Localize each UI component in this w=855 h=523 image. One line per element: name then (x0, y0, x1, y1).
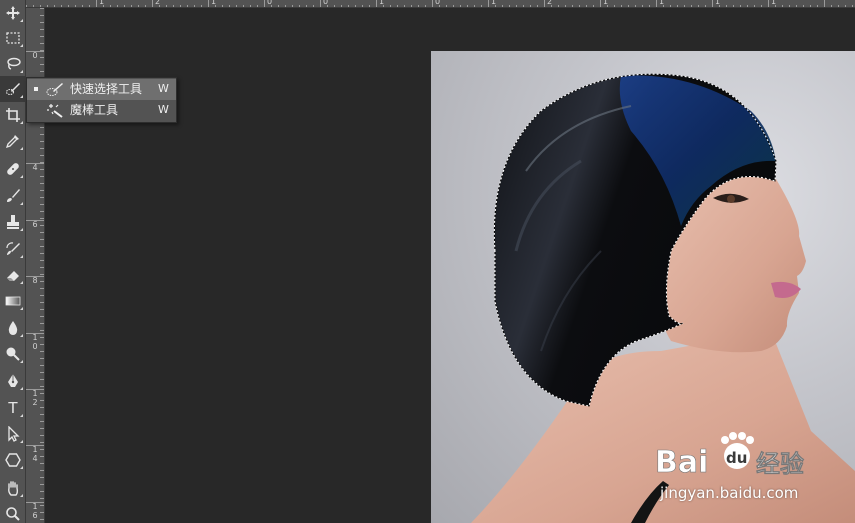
photoshop-window: T 1210010121111 024681 01 21 41 6 (0, 0, 855, 523)
brush-tool[interactable] (0, 183, 26, 209)
pen-icon (8, 374, 18, 387)
healing-brush-tool[interactable] (0, 156, 26, 182)
eraser-icon (7, 271, 19, 281)
ruler-label: 1 (771, 0, 777, 6)
ruler-label: 1 (99, 0, 105, 6)
ruler-label: 1 0 (32, 333, 38, 351)
ruler-label: 4 (32, 163, 38, 172)
pen-tool[interactable] (0, 368, 26, 394)
shape-tool[interactable] (0, 447, 26, 473)
lasso-tool[interactable] (0, 51, 26, 77)
ruler-major-tick (320, 0, 321, 7)
ruler-major-tick (488, 0, 489, 7)
ruler-label: 1 (211, 0, 217, 6)
zoom-tool[interactable] (0, 501, 26, 523)
gradient-icon (5, 296, 21, 306)
ruler-label: 1 (715, 0, 721, 6)
eraser-tool[interactable] (0, 262, 26, 288)
paw-icon: du (721, 432, 754, 469)
watermark-brand: Bai (655, 445, 708, 480)
watermark-paw-text: du (726, 449, 747, 467)
rectangular-marquee-tool[interactable] (0, 25, 26, 51)
ruler-major-tick (712, 0, 713, 7)
bandage-icon (7, 163, 19, 175)
brush-icon (7, 189, 20, 202)
ruler-major-tick (432, 0, 433, 7)
ruler-major-tick (600, 0, 601, 7)
flyout-item-magic-wand[interactable]: 魔棒工具 W (27, 100, 176, 121)
ruler-label: 1 (659, 0, 665, 6)
selected-bullet-icon (34, 87, 38, 91)
dodge-tool[interactable] (0, 341, 26, 367)
quick-selection-icon (5, 83, 20, 96)
quick-selection-tool[interactable] (0, 76, 26, 102)
path-selection-tool[interactable] (0, 421, 26, 447)
marquee-icon (6, 32, 20, 44)
crop-tool[interactable] (0, 102, 26, 128)
flyout-item-quick-selection[interactable]: 快速选择工具 W (27, 79, 176, 100)
flyout-item-label: 快速选择工具 (70, 82, 143, 96)
ruler-label: 2 (547, 0, 553, 6)
ruler-label: 1 (603, 0, 609, 6)
horizontal-ruler[interactable]: 1 2 1 0 0 1 0 1 2 1 1 1 1 (26, 0, 855, 8)
flyout-item-label: 魔棒工具 (70, 103, 119, 117)
clone-stamp-tool[interactable] (0, 209, 26, 235)
eyedropper-icon (5, 135, 19, 149)
ruler-major-tick (656, 0, 657, 7)
ruler-label: 2 (155, 0, 161, 6)
history-brush-icon (6, 242, 20, 255)
blur-tool[interactable] (0, 315, 26, 341)
ruler-major-tick (768, 0, 769, 7)
ruler-major-tick (208, 0, 209, 7)
watermark-brand-cn: 经验 (756, 450, 804, 478)
ruler-major-tick (376, 0, 377, 7)
ruler-label: 1 (491, 0, 497, 6)
move-tool[interactable] (0, 0, 26, 26)
ruler-label: 0 (32, 51, 38, 60)
move-icon (6, 6, 20, 20)
ruler-label: 0 (435, 0, 441, 6)
flyout-item-shortcut: W (158, 82, 169, 95)
lasso-icon (7, 57, 21, 70)
watermark-url: jingyan.baidu.com (660, 484, 799, 502)
ruler-label: 6 (32, 220, 38, 229)
quick-selection-icon (46, 83, 63, 96)
stamp-icon (7, 215, 19, 229)
gradient-tool[interactable] (0, 288, 26, 314)
zoom-icon (6, 507, 20, 521)
ruler-label: 1 (379, 0, 385, 6)
eyedropper-tool[interactable] (0, 128, 26, 154)
ruler-label: 1 4 (32, 445, 38, 463)
ruler-label: 1 6 (32, 502, 38, 520)
flyout-item-shortcut: W (158, 103, 169, 116)
magic-wand-icon (47, 104, 63, 118)
history-brush-tool[interactable] (0, 236, 26, 262)
ruler-major-tick (264, 0, 265, 7)
hand-tool[interactable] (0, 475, 26, 501)
crop-icon (6, 108, 20, 122)
arrow-icon (8, 426, 20, 442)
tools-panel: T (0, 0, 26, 523)
ruler-major-tick (824, 0, 825, 7)
drop-icon (8, 321, 18, 335)
dodge-icon (6, 347, 20, 361)
ruler-major-tick (544, 0, 545, 7)
ruler-label: 8 (32, 276, 38, 285)
ruler-major-tick (152, 0, 153, 7)
ruler-major-tick (96, 0, 97, 7)
type-icon: T (8, 398, 18, 417)
ruler-label: 1 2 (32, 389, 38, 407)
ruler-label: 0 (323, 0, 329, 6)
ruler-label: 0 (267, 0, 273, 6)
hand-icon (8, 481, 19, 496)
hexagon-icon (5, 453, 21, 467)
type-tool[interactable]: T (0, 395, 26, 421)
selection-tools-flyout: 快速选择工具 W 魔棒工具 W (26, 77, 177, 123)
